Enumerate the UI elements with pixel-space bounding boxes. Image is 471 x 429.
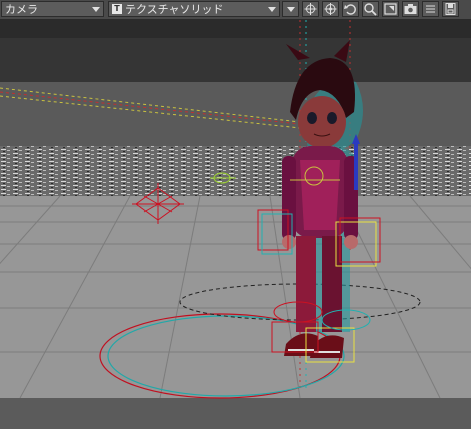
undo-view-button[interactable] (342, 1, 359, 17)
camera-button[interactable] (402, 1, 419, 17)
backdrop-top (0, 20, 471, 38)
viewport-bottom-band (0, 398, 471, 429)
floor-plane (0, 196, 471, 398)
render-mode-select[interactable]: T テクスチャソリッド (108, 1, 280, 17)
move-view-button[interactable] (302, 1, 319, 17)
save-view-icon (445, 3, 456, 15)
options-button[interactable] (422, 1, 439, 17)
zoom-icon (364, 3, 377, 16)
render-mode-dropdown-button[interactable] (282, 1, 299, 17)
chevron-down-icon (287, 7, 295, 12)
save-view-button[interactable] (442, 1, 459, 17)
frame-view-button[interactable] (382, 1, 399, 17)
view-select-label: カメラ (5, 3, 38, 16)
3d-viewport[interactable] (0, 20, 471, 429)
texture-mode-icon: T (112, 4, 122, 14)
zoom-button[interactable] (362, 1, 379, 17)
options-icon (426, 5, 435, 13)
frame-view-icon (384, 3, 397, 15)
view-select[interactable]: カメラ (1, 1, 104, 17)
chevron-down-icon (92, 7, 100, 12)
chevron-down-icon (268, 7, 276, 12)
rotate-view-button[interactable] (322, 1, 339, 17)
camera-icon (404, 4, 417, 14)
scene-render (0, 20, 471, 429)
undo-view-icon (344, 4, 356, 15)
horizon-noise (0, 146, 471, 198)
render-mode-label: テクスチャソリッド (125, 3, 224, 16)
backdrop-band (0, 82, 471, 146)
move-view-icon (304, 3, 317, 15)
viewport-toolbar: カメラ T テクスチャソリッド (0, 0, 471, 20)
rotate-view-icon (324, 3, 337, 15)
